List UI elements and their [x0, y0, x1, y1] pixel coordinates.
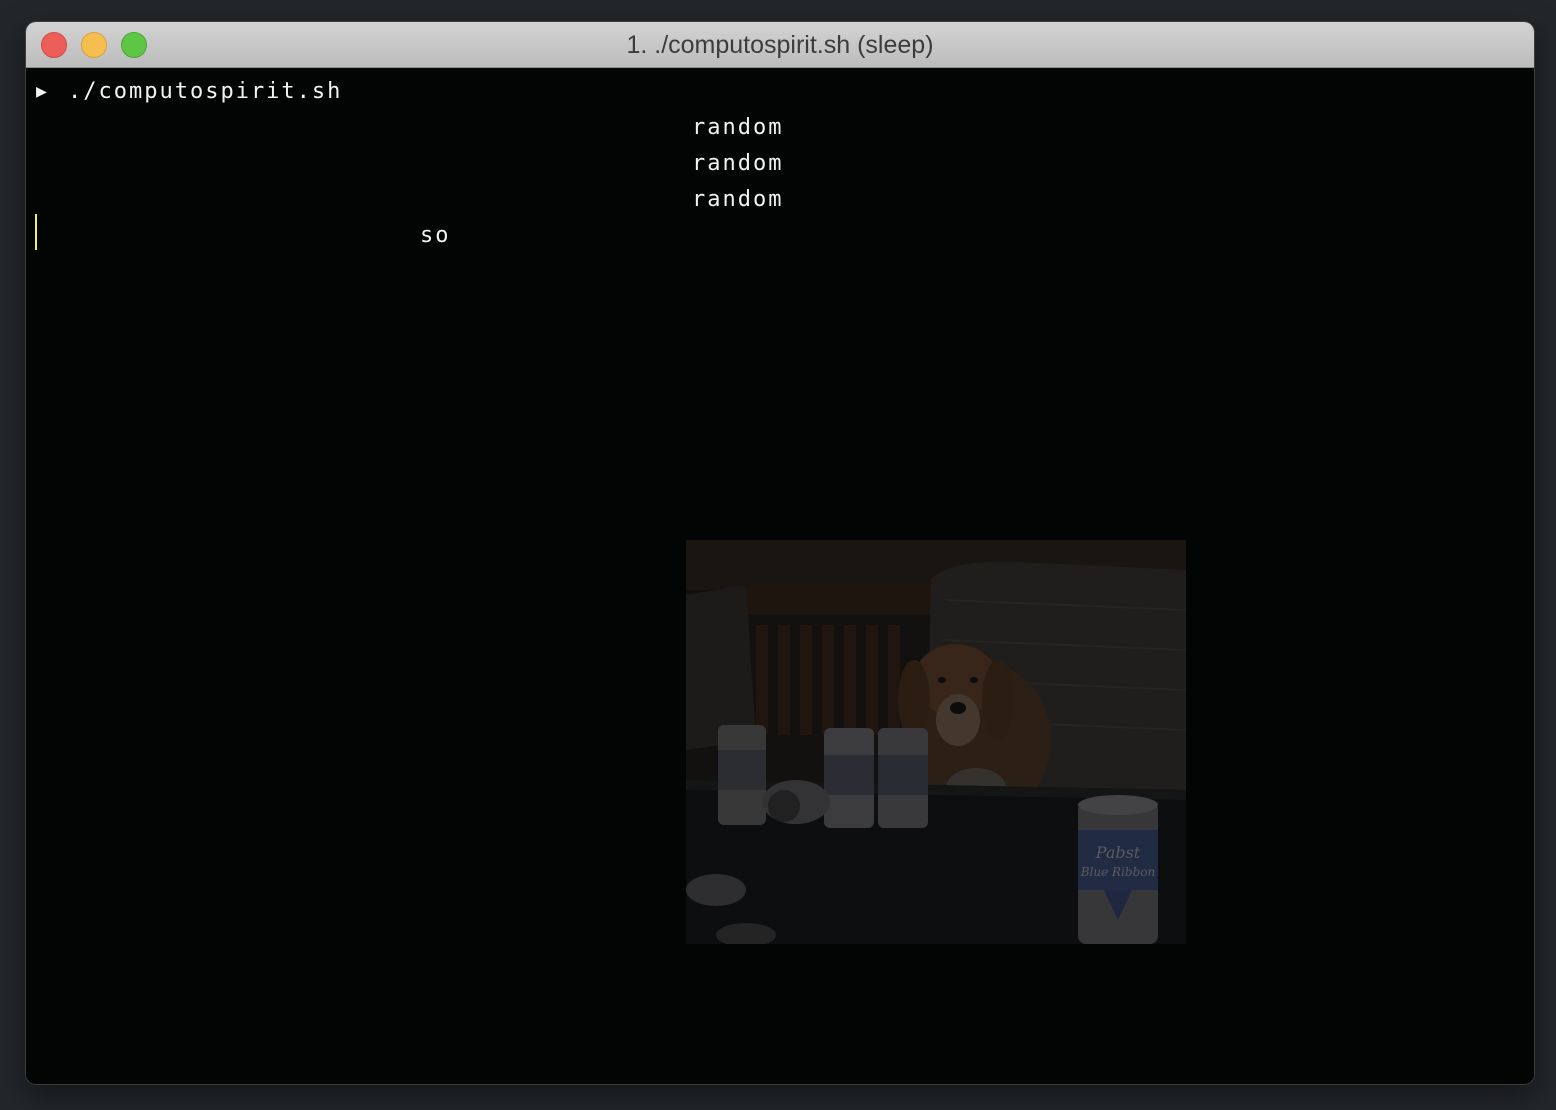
output-line-3: random — [692, 187, 784, 212]
dog-photo-image: Pabst Blue Ribbon — [686, 540, 1186, 944]
text-cursor — [35, 214, 37, 250]
output-word: so — [420, 223, 451, 248]
dog-photo: Pabst Blue Ribbon — [686, 540, 1186, 944]
command-line: ./computospirit.sh — [68, 79, 343, 104]
terminal-window: 1. ./computospirit.sh (sleep) ▶ ./comput… — [26, 22, 1534, 1084]
terminal-content[interactable]: ▶ ./computospirit.sh random random rando… — [26, 68, 1534, 1084]
title-bar[interactable]: 1. ./computospirit.sh (sleep) — [26, 22, 1534, 68]
play-arrow-icon: ▶ — [36, 81, 47, 102]
window-title: 1. ./computospirit.sh (sleep) — [626, 31, 934, 59]
output-line-1: random — [692, 115, 784, 140]
output-line-2: random — [692, 151, 784, 176]
